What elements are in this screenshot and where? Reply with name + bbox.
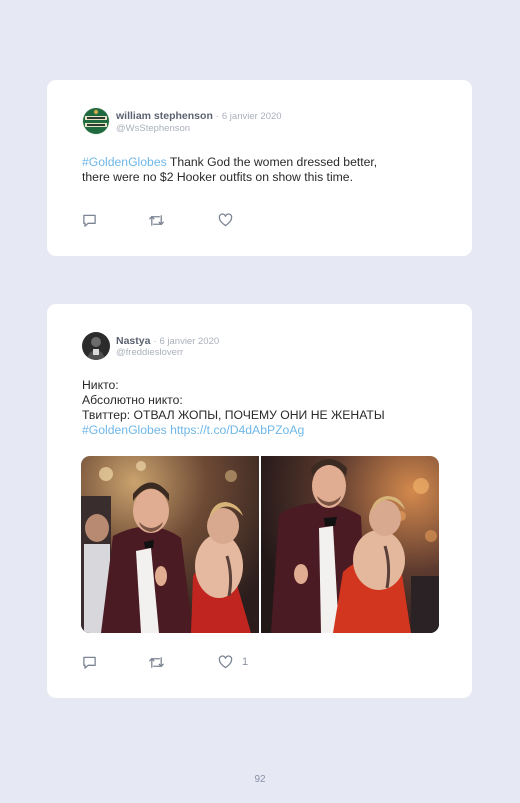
media-photo[interactable]	[261, 456, 439, 633]
tweet-actions: 1	[82, 654, 282, 670]
tweet-text-line: #GoldenGlobes https://t.co/D4dAbPZoAg	[82, 423, 385, 438]
media-photo[interactable]	[81, 456, 259, 633]
author-line: Nastya · 6 janvier 2020	[116, 335, 219, 347]
page-number: 92	[254, 774, 266, 785]
author-handle[interactable]: @WsStephenson	[116, 123, 190, 134]
separator: ·	[153, 336, 157, 347]
hashtag-link[interactable]: #GoldenGlobes	[82, 155, 167, 169]
author-name[interactable]: Nastya	[116, 335, 150, 347]
tweet-text-line: there were no $2 Hooker outfits on show …	[82, 170, 353, 184]
retweet-icon	[148, 655, 165, 670]
reply-icon	[82, 213, 97, 228]
tweet-date[interactable]: 6 janvier 2020	[159, 336, 219, 347]
tweet-text: Никто: Абсолютно никто: Твиттер: ОТВАЛ Ж…	[82, 378, 385, 438]
retweet-button[interactable]	[148, 212, 165, 228]
heart-icon	[218, 213, 233, 227]
media-grid	[81, 456, 439, 633]
avatar[interactable]	[82, 107, 110, 135]
reply-button[interactable]	[82, 212, 97, 228]
retweet-icon	[148, 213, 165, 228]
retweet-button[interactable]	[148, 654, 165, 670]
author-handle[interactable]: @freddiesloverr	[116, 347, 183, 358]
author-line: william stephenson · 6 janvier 2020	[116, 110, 282, 122]
tweet-date[interactable]: 6 janvier 2020	[222, 111, 282, 122]
tweet-card: william stephenson · 6 janvier 2020 @WsS…	[47, 80, 472, 256]
like-button[interactable]	[218, 212, 233, 228]
reply-icon	[82, 655, 97, 670]
tweet-url-link[interactable]: https://t.co/D4dAbPZoAg	[170, 423, 304, 437]
tweet-text-line: Никто:	[82, 378, 119, 392]
tweet-card: Nastya · 6 janvier 2020 @freddiesloverr …	[47, 304, 472, 698]
avatar[interactable]	[82, 332, 110, 360]
tweet-text-line: #GoldenGlobes Thank God the women dresse…	[82, 155, 377, 170]
tweet-text: #GoldenGlobes Thank God the women dresse…	[82, 155, 377, 185]
tweet-text-segment: Thank God the women dressed better,	[166, 155, 378, 169]
heart-icon	[218, 655, 233, 669]
like-button[interactable]: 1	[218, 654, 248, 670]
author-name[interactable]: william stephenson	[116, 110, 213, 122]
hashtag-link[interactable]: #GoldenGlobes	[82, 423, 167, 437]
separator: ·	[215, 111, 219, 122]
tweet-actions	[82, 212, 282, 228]
like-count: 1	[242, 656, 249, 668]
reply-button[interactable]	[82, 654, 97, 670]
tweet-text-line: Твиттер: ОТВАЛ ЖОПЫ, ПОЧЕМУ ОНИ НЕ ЖЕНАТ…	[82, 408, 385, 422]
tweet-text-line: Абсолютно никто:	[82, 393, 183, 407]
